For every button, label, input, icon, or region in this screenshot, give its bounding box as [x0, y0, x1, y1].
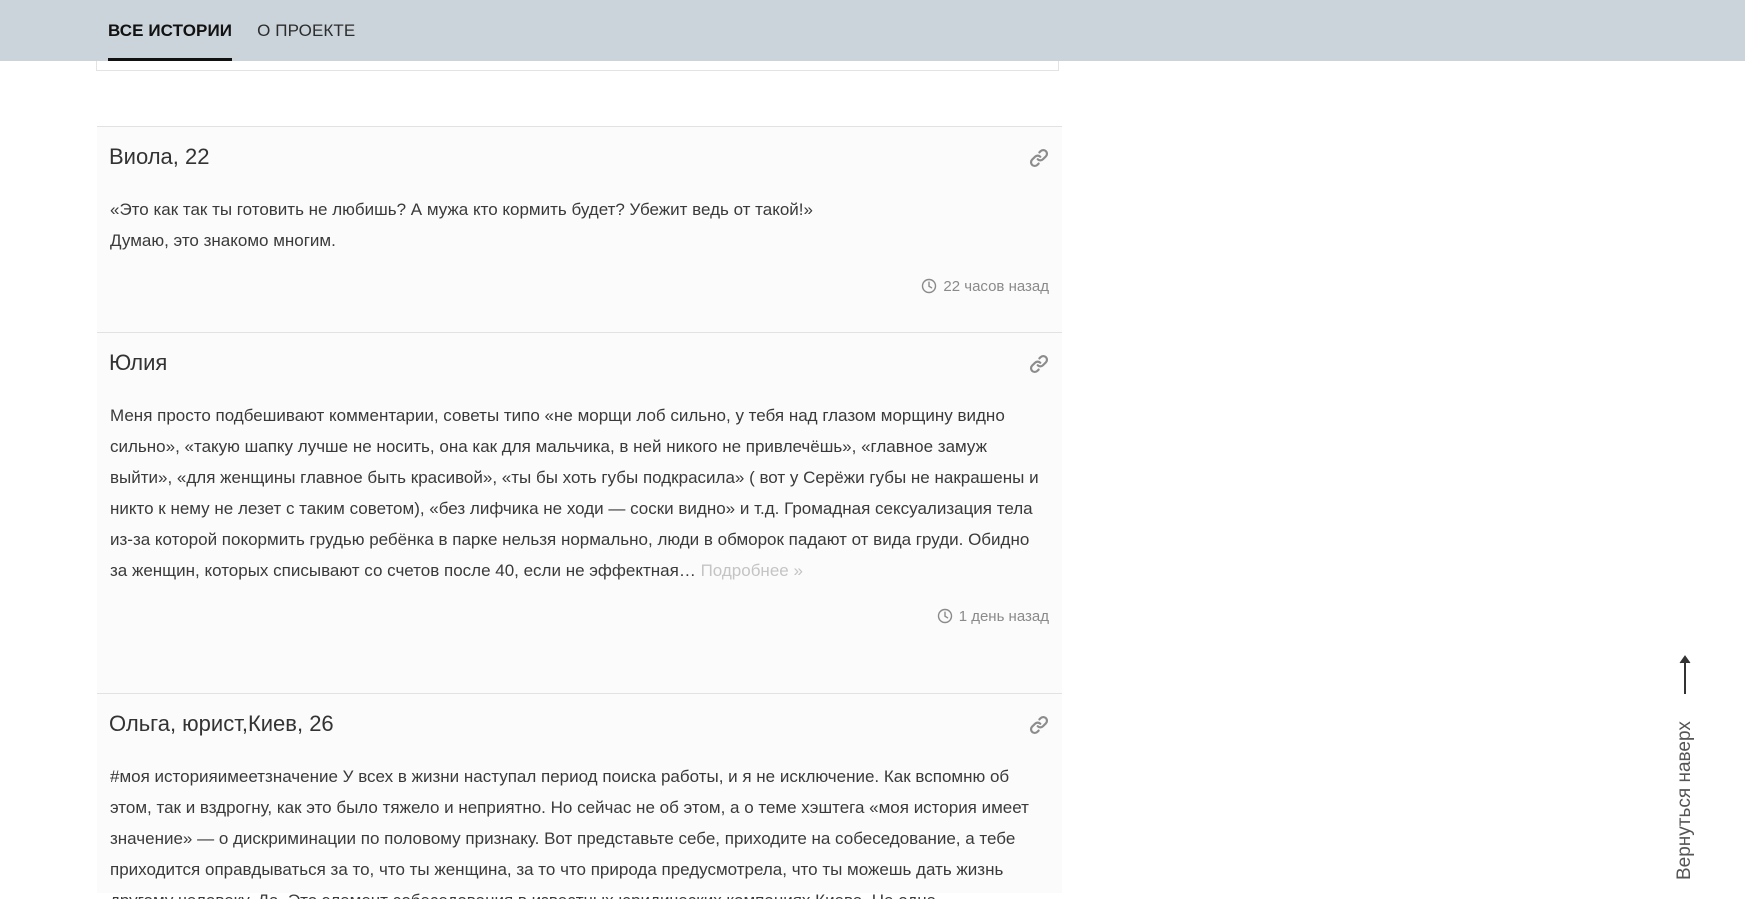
story-text: Меня просто подбешивают комментарии, сов… — [110, 406, 1039, 580]
back-to-top-label: Вернуться наверх — [1674, 721, 1695, 880]
clock-icon — [937, 608, 952, 624]
story-meta: 1 день назад — [109, 604, 1049, 628]
link-icon[interactable] — [1028, 353, 1050, 375]
story-title[interactable]: Ольга, юрист,Киев, 26 — [109, 708, 1049, 740]
story-title[interactable]: Юлия — [109, 347, 1049, 379]
story-text: #моя историяимеетзначение У всех в жизни… — [110, 767, 1029, 899]
story-meta: 22 часов назад — [109, 274, 1049, 298]
read-more-link[interactable]: Подробнее » — [701, 561, 803, 580]
link-icon[interactable] — [1028, 714, 1050, 736]
back-to-top-button[interactable]: Вернуться наверх — [1668, 650, 1702, 880]
story-time: 1 день назад — [958, 607, 1049, 625]
story-time: 22 часов назад — [943, 277, 1049, 295]
story-card: Виола, 22 «Это как так ты готовить не лю… — [97, 126, 1062, 332]
clock-icon — [922, 278, 937, 294]
story-card: Юлия Меня просто подбешивают комментарии… — [97, 332, 1062, 693]
story-text: «Это как так ты готовить не любишь? А му… — [110, 200, 813, 250]
main-nav: ВСЕ ИСТОРИИ О ПРОЕКТЕ — [108, 0, 380, 61]
top-navigation-bar: ВСЕ ИСТОРИИ О ПРОЕКТЕ — [0, 0, 1745, 61]
arrow-up-icon — [1679, 655, 1691, 694]
story-title[interactable]: Виола, 22 — [109, 141, 1049, 173]
story-card: Ольга, юрист,Киев, 26 #моя историяимеетз… — [97, 693, 1062, 899]
nav-all-stories[interactable]: ВСЕ ИСТОРИИ — [108, 0, 233, 61]
nav-about-project[interactable]: О ПРОЕКТЕ — [257, 0, 355, 61]
stories-feed: Виола, 22 «Это как так ты готовить не лю… — [97, 126, 1062, 899]
link-icon[interactable] — [1028, 147, 1050, 169]
